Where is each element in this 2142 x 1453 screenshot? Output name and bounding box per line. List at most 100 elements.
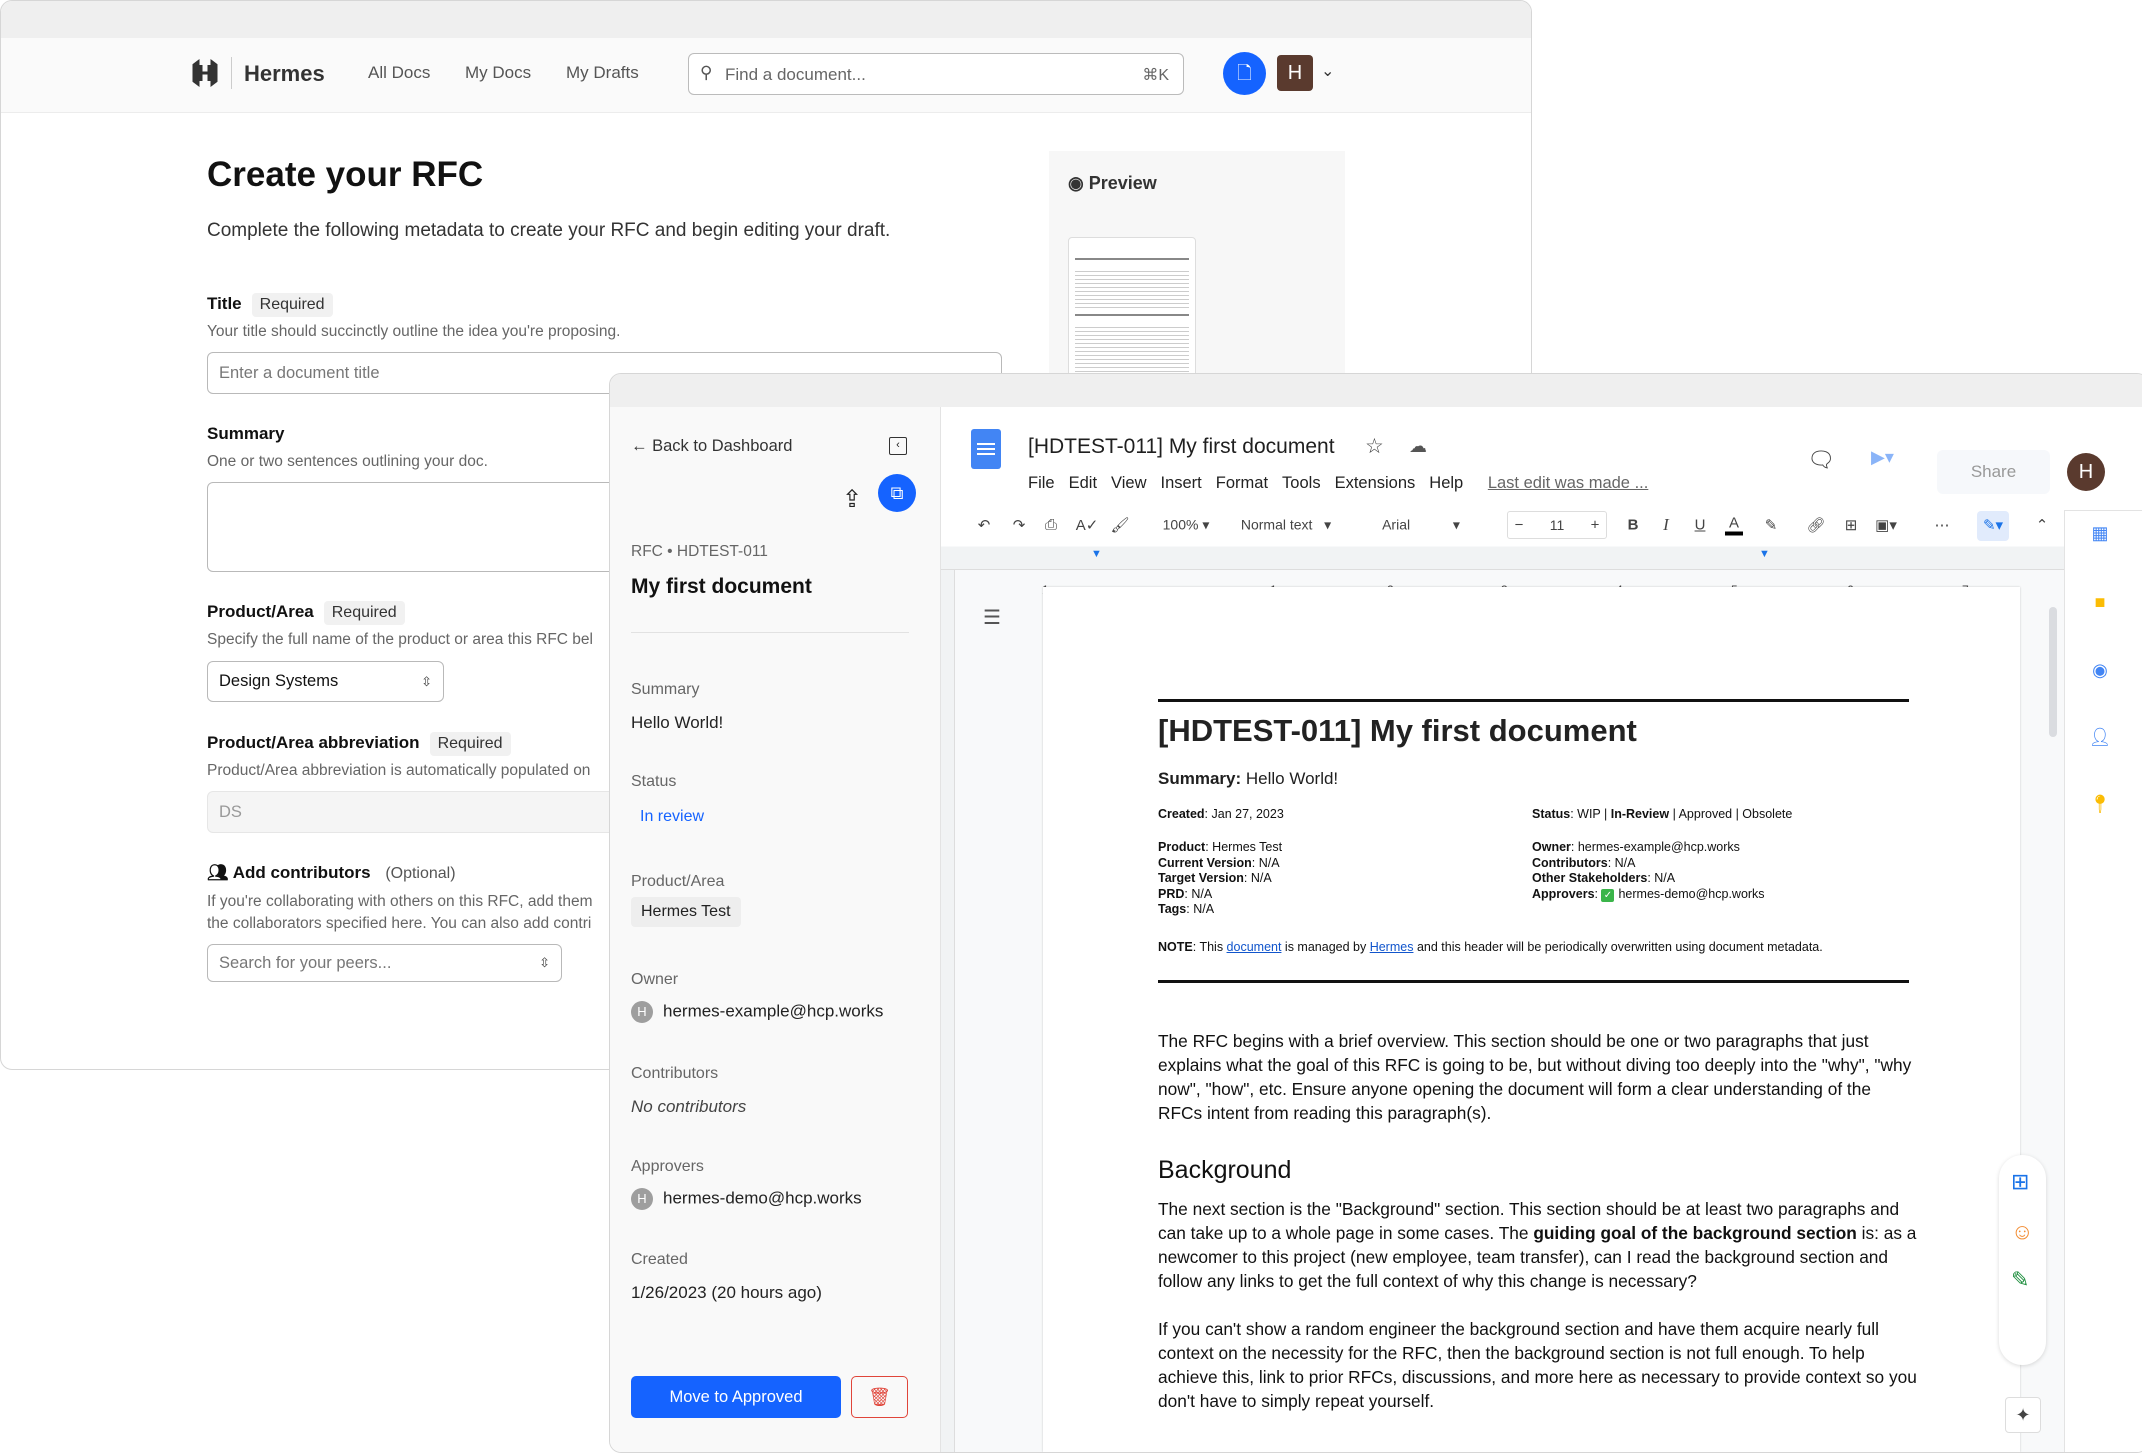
- ruler[interactable]: [941, 547, 2064, 570]
- approvers-label: Approvers: [631, 1158, 704, 1175]
- doc-created: Created: Jan 27, 2023: [1158, 807, 1284, 821]
- more-icon[interactable]: ⋯: [1935, 516, 1950, 534]
- archive-button[interactable]: 🗑︎: [851, 1376, 908, 1418]
- add-comment-icon[interactable]: ⊞: [1845, 516, 1858, 534]
- last-edit-link[interactable]: Last edit was made ...: [1488, 474, 1649, 492]
- contacts-icon[interactable]: 👤︎: [2088, 727, 2112, 751]
- docs-title[interactable]: [HDTEST-011] My first document: [1028, 435, 1335, 459]
- nav-my-drafts[interactable]: My Drafts: [566, 63, 639, 83]
- italic-button[interactable]: I: [1663, 515, 1669, 535]
- print-icon[interactable]: ⎙: [1045, 517, 1057, 534]
- style-select[interactable]: Normal text ▾: [1241, 517, 1331, 534]
- emoji-icon[interactable]: ☺: [2011, 1219, 2033, 1245]
- scrollbar[interactable]: [2049, 607, 2057, 737]
- undo-icon[interactable]: ↶: [978, 516, 991, 534]
- document-link[interactable]: document: [1227, 940, 1282, 954]
- nav-all-docs[interactable]: All Docs: [368, 63, 430, 83]
- right-indent-marker[interactable]: ▼: [1759, 548, 1770, 560]
- background-heading: Background: [1158, 1156, 1292, 1184]
- star-icon[interactable]: ☆: [1365, 434, 1384, 459]
- hermes-link[interactable]: Hermes: [1370, 940, 1414, 954]
- keep-icon[interactable]: ■: [2088, 592, 2112, 616]
- summary-value[interactable]: Hello World!: [631, 713, 723, 733]
- contributors-value[interactable]: No contributors: [631, 1097, 746, 1117]
- editing-mode-button[interactable]: ✎▾: [1977, 511, 2009, 541]
- chevron-down-icon[interactable]: ⌄: [1321, 61, 1334, 81]
- user-avatar[interactable]: H: [2067, 453, 2105, 491]
- underline-button[interactable]: U: [1695, 517, 1706, 534]
- open-in-new-button[interactable]: ⧉: [878, 474, 916, 512]
- menu-file[interactable]: File: [1028, 474, 1055, 492]
- menu-edit[interactable]: Edit: [1069, 474, 1097, 492]
- insert-image-icon[interactable]: ▣▾: [1875, 516, 1897, 534]
- created-label: Created: [631, 1251, 688, 1268]
- contributors-hint-2: the collaborators specified here. You ca…: [207, 915, 592, 932]
- spellcheck-icon[interactable]: A✓: [1076, 516, 1099, 534]
- maps-icon[interactable]: 📍︎: [2088, 794, 2112, 818]
- left-indent-marker[interactable]: ▼: [1091, 548, 1102, 560]
- meta-row: Approvers: ✓ hermes-demo@hcp.works: [1532, 886, 1765, 902]
- summary-hint: One or two sentences outlining your doc.: [207, 453, 488, 470]
- menu-view[interactable]: View: [1111, 474, 1146, 492]
- tasks-icon[interactable]: ◉: [2088, 660, 2112, 684]
- new-document-icon: 🗋: [1237, 63, 1252, 83]
- document-page[interactable]: [HDTEST-011] My first document Summary: …: [1043, 587, 2020, 1452]
- font-size-input[interactable]: 11: [1550, 517, 1565, 533]
- collapse-sidebar-icon[interactable]: ‹: [889, 437, 907, 455]
- new-document-button[interactable]: 🗋: [1223, 52, 1266, 95]
- calendar-icon[interactable]: ▦: [2088, 523, 2112, 547]
- redo-icon[interactable]: ↷: [1013, 516, 1026, 534]
- status-badge[interactable]: In review: [640, 808, 704, 826]
- docs-logo-icon[interactable]: [971, 429, 1001, 469]
- overview-paragraph: The RFC begins with a brief overview. Th…: [1158, 1031, 1912, 1123]
- move-to-approved-button[interactable]: Move to Approved: [631, 1376, 841, 1418]
- contributors-label: Contributors: [631, 1065, 719, 1082]
- abbr-hint: Product/Area abbreviation is automatical…: [207, 762, 591, 779]
- contributors-search[interactable]: Search for your peers... ⇳: [207, 944, 562, 982]
- explore-button[interactable]: ✦: [2005, 1397, 2041, 1433]
- paint-format-icon[interactable]: 🖌︎: [1110, 516, 1129, 534]
- search-shortcut: ⌘K: [1142, 67, 1169, 84]
- share-button[interactable]: Share: [1937, 450, 2050, 494]
- menu-format[interactable]: Format: [1216, 474, 1268, 492]
- share-icon[interactable]: ⇪: [842, 485, 862, 514]
- required-badge: Required: [251, 293, 333, 317]
- search-input[interactable]: ⚲ Find a document... ⌘K: [688, 53, 1184, 95]
- meta-row: Contributors: N/A: [1532, 855, 1636, 870]
- outline-icon[interactable]: ☰: [983, 605, 1001, 630]
- docs-menu-bar: File Edit View Insert Format Tools Extensions H…: [1028, 474, 1662, 493]
- user-avatar[interactable]: H: [1277, 55, 1313, 91]
- cloud-icon[interactable]: ☁: [1409, 436, 1427, 457]
- menu-extensions[interactable]: Extensions: [1335, 474, 1416, 492]
- font-size-decrease[interactable]: −: [1515, 517, 1524, 534]
- title-label: Title Required: [207, 293, 333, 317]
- bold-button[interactable]: B: [1628, 517, 1639, 534]
- zoom-select[interactable]: 100% ▾: [1163, 517, 1210, 534]
- collapse-menu-icon[interactable]: ⌃: [2036, 516, 2049, 534]
- menu-tools[interactable]: Tools: [1282, 474, 1321, 492]
- nav-my-docs[interactable]: My Docs: [465, 63, 531, 83]
- highlight-icon[interactable]: ✎: [1765, 516, 1778, 534]
- back-to-dashboard-link[interactable]: ← Back to Dashboard: [631, 437, 792, 456]
- meet-icon[interactable]: ▶▾: [1871, 447, 1921, 477]
- floating-actions: ⊞ ☺ ✎: [1999, 1155, 2046, 1365]
- summary-label: Summary: [207, 424, 285, 443]
- product-select[interactable]: Design Systems ⇳: [207, 661, 444, 702]
- product-badge[interactable]: Hermes Test: [631, 897, 741, 927]
- font-select[interactable]: Arial ▾: [1382, 517, 1460, 534]
- menu-help[interactable]: Help: [1429, 474, 1463, 492]
- text-color-button[interactable]: A: [1724, 515, 1744, 536]
- add-comment-icon[interactable]: ⊞: [2011, 1169, 2029, 1195]
- suggest-edit-icon[interactable]: ✎: [2011, 1267, 2029, 1293]
- menu-insert[interactable]: Insert: [1161, 474, 1202, 492]
- summary-label: Summary: [631, 681, 700, 698]
- required-badge: Required: [323, 601, 405, 625]
- font-size-increase[interactable]: +: [1591, 517, 1600, 534]
- created-value: 1/26/2023 (20 hours ago): [631, 1283, 822, 1302]
- search-icon: ⚲: [700, 63, 713, 82]
- vertical-ruler[interactable]: [941, 570, 955, 1452]
- link-icon[interactable]: 🔗︎: [1806, 516, 1825, 534]
- approver-value: Hhermes-demo@hcp.works: [631, 1188, 862, 1210]
- hermes-logo-icon[interactable]: [192, 59, 218, 87]
- comments-icon[interactable]: 🗨︎: [1807, 447, 1835, 473]
